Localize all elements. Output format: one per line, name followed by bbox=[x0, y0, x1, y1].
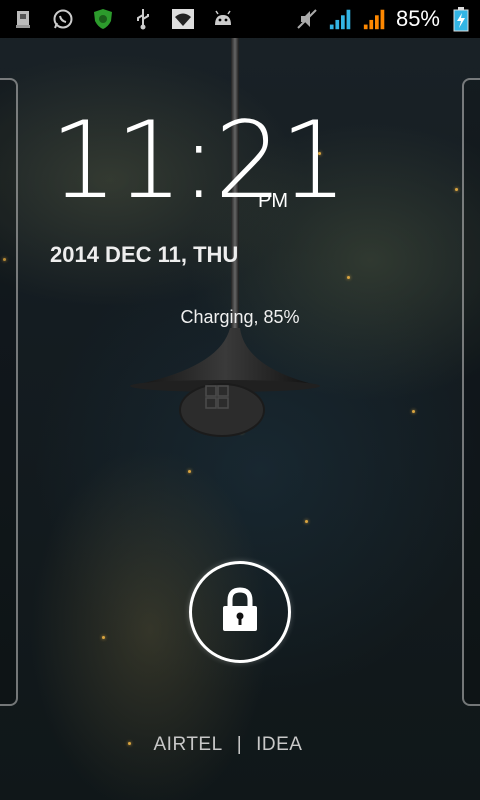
battery-percent-text: 85% bbox=[395, 6, 440, 31]
carrier-separator: | bbox=[236, 734, 243, 755]
clock-ampm: PM bbox=[258, 190, 288, 212]
notification-icons bbox=[10, 0, 236, 38]
antivirus-shield-icon bbox=[90, 6, 116, 32]
wifi-icon bbox=[170, 6, 196, 32]
signal-sim1-icon bbox=[328, 6, 354, 32]
usb-icon bbox=[130, 6, 156, 32]
sim-card-icon bbox=[10, 6, 36, 32]
charging-status: Charging, 85% bbox=[180, 307, 300, 327]
signal-sim2-icon bbox=[362, 6, 388, 32]
android-debug-icon bbox=[210, 6, 236, 32]
status-bar: 85% bbox=[0, 0, 480, 38]
unlock-ring[interactable] bbox=[189, 561, 291, 663]
carrier-label: AIRTEL | IDEA bbox=[0, 734, 456, 756]
lockscreen-date: 2014 DEC 11, THU bbox=[50, 242, 239, 267]
whatsapp-icon bbox=[50, 6, 76, 32]
right-widget-handle[interactable] bbox=[462, 78, 480, 706]
battery-charging-icon bbox=[448, 6, 474, 32]
lockscreen-clock: 11:21 bbox=[50, 99, 347, 222]
carrier-1: AIRTEL bbox=[153, 734, 223, 755]
left-widget-handle[interactable] bbox=[0, 78, 18, 706]
lock-icon bbox=[220, 586, 260, 638]
vibrate-mute-icon bbox=[294, 6, 320, 32]
carrier-2: IDEA bbox=[256, 734, 303, 755]
system-icons: 85% bbox=[294, 0, 474, 38]
lock-screen: 85% 11:21 PM 2014 DEC 11, THU Charging, … bbox=[0, 0, 480, 800]
